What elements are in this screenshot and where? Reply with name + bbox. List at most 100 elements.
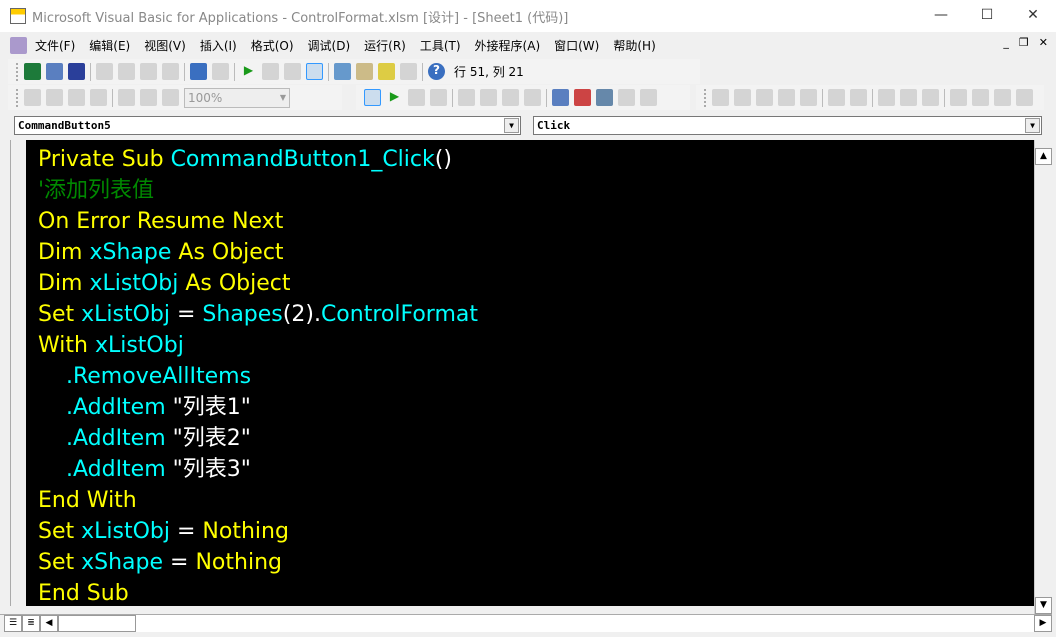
save-icon[interactable] (68, 63, 85, 80)
toolbar-grip[interactable] (16, 62, 19, 81)
procedure-combo[interactable]: Click ▼ (533, 116, 1042, 135)
scroll-right-icon[interactable]: ▶ (1034, 615, 1052, 632)
next-bookmark-icon[interactable] (972, 89, 989, 106)
toggle-bookmark-icon[interactable] (950, 89, 967, 106)
list-properties-icon[interactable] (712, 89, 729, 106)
reset-icon[interactable] (430, 89, 447, 106)
design-mode-icon[interactable] (364, 89, 381, 106)
chevron-down-icon[interactable]: ▼ (1025, 118, 1040, 133)
align-icon[interactable] (118, 89, 135, 106)
chevron-down-icon[interactable]: ▼ (504, 118, 519, 133)
code-line[interactable]: On Error Resume Next (38, 206, 1034, 237)
reset-icon[interactable] (284, 63, 301, 80)
code-line[interactable]: .AddItem "列表2" (38, 423, 1034, 454)
code-line[interactable]: Set xListObj = Shapes(2).ControlFormat (38, 299, 1034, 330)
code-line[interactable]: .AddItem "列表3" (38, 454, 1034, 485)
close-button[interactable]: ✕ (1010, 0, 1056, 30)
run-icon[interactable]: ▶ (240, 63, 257, 80)
mdi-close-button[interactable]: ✕ (1039, 36, 1048, 49)
vertical-scrollbar[interactable]: ▲ ▼ (1034, 140, 1052, 614)
margin-indicator-bar[interactable] (10, 140, 26, 606)
code-line[interactable]: Set xListObj = Nothing (38, 516, 1034, 547)
code-line[interactable]: .AddItem "列表1" (38, 392, 1034, 423)
break-icon[interactable] (408, 89, 425, 106)
comment-block-icon[interactable] (900, 89, 917, 106)
indent-icon[interactable] (828, 89, 845, 106)
break-icon[interactable] (262, 63, 279, 80)
make-same-size-icon[interactable] (162, 89, 179, 106)
run-icon[interactable]: ▶ (386, 89, 403, 106)
menu-file[interactable]: 文件(F) (35, 37, 75, 54)
help-icon[interactable]: ? (428, 63, 445, 80)
outdent-icon[interactable] (850, 89, 867, 106)
excel-icon[interactable] (24, 63, 41, 80)
bring-to-front-icon[interactable] (24, 89, 41, 106)
menu-insert[interactable]: 插入(I) (200, 37, 237, 54)
quick-watch-icon[interactable] (618, 89, 635, 106)
toggle-breakpoint-icon[interactable] (458, 89, 475, 106)
minimize-button[interactable]: — (918, 0, 964, 30)
menu-addins[interactable]: 外接程序(A) (475, 37, 541, 54)
menu-window[interactable]: 窗口(W) (554, 37, 599, 54)
insert-userform-icon[interactable] (46, 63, 63, 80)
code-line[interactable]: End Sub (38, 578, 1034, 609)
group-icon[interactable] (68, 89, 85, 106)
menu-debug[interactable]: 调试(D) (308, 37, 351, 54)
immediate-window-icon[interactable] (574, 89, 591, 106)
paste-icon[interactable] (140, 63, 157, 80)
toolbox-icon[interactable] (400, 63, 417, 80)
center-icon[interactable] (140, 89, 157, 106)
call-stack-icon[interactable] (640, 89, 657, 106)
menu-view[interactable]: 视图(V) (144, 37, 186, 54)
code-line[interactable]: Dim xShape As Object (38, 237, 1034, 268)
find-icon[interactable] (162, 63, 179, 80)
menu-run[interactable]: 运行(R) (364, 37, 406, 54)
object-combo[interactable]: CommandButton5 ▼ (14, 116, 521, 135)
step-into-icon[interactable] (480, 89, 497, 106)
code-line[interactable]: Set xShape = Nothing (38, 547, 1034, 578)
menu-format[interactable]: 格式(O) (251, 37, 294, 54)
code-line[interactable]: End With (38, 485, 1034, 516)
step-out-icon[interactable] (524, 89, 541, 106)
cut-icon[interactable] (96, 63, 113, 80)
code-line[interactable]: .RemoveAllItems (38, 361, 1034, 392)
undo-icon[interactable] (190, 63, 207, 80)
code-editor[interactable]: Private Sub CommandButton1_Click() '添加列表值… (26, 140, 1034, 606)
scroll-down-icon[interactable]: ▼ (1035, 597, 1052, 614)
parameter-info-icon[interactable] (778, 89, 795, 106)
watch-window-icon[interactable] (596, 89, 613, 106)
list-constants-icon[interactable] (734, 89, 751, 106)
previous-bookmark-icon[interactable] (994, 89, 1011, 106)
scroll-up-icon[interactable]: ▲ (1035, 148, 1052, 165)
copy-icon[interactable] (118, 63, 135, 80)
ungroup-icon[interactable] (90, 89, 107, 106)
scroll-left-icon[interactable]: ◀ (40, 615, 58, 632)
menu-edit[interactable]: 编辑(E) (89, 37, 130, 54)
step-over-icon[interactable] (502, 89, 519, 106)
redo-icon[interactable] (212, 63, 229, 80)
locals-window-icon[interactable] (552, 89, 569, 106)
vba-menu-icon[interactable] (10, 36, 27, 54)
code-line[interactable]: Private Sub CommandButton1_Click() (38, 144, 1034, 175)
code-line[interactable]: Dim xListObj As Object (38, 268, 1034, 299)
horizontal-scrollbar[interactable]: ☰ ≣ ◀ ▶ (0, 614, 1052, 632)
scroll-thumb[interactable] (58, 615, 136, 632)
procedure-view-icon[interactable]: ☰ (4, 615, 22, 632)
uncomment-block-icon[interactable] (922, 89, 939, 106)
project-explorer-icon[interactable] (334, 63, 351, 80)
design-mode-icon[interactable] (306, 63, 323, 80)
menu-tools[interactable]: 工具(T) (420, 37, 461, 54)
send-to-back-icon[interactable] (46, 89, 63, 106)
maximize-button[interactable]: ☐ (964, 0, 1010, 30)
code-line[interactable]: With xListObj (38, 330, 1034, 361)
menu-help[interactable]: 帮助(H) (613, 37, 655, 54)
full-module-view-icon[interactable]: ≣ (22, 615, 40, 632)
object-browser-icon[interactable] (378, 63, 395, 80)
quick-info-icon[interactable] (756, 89, 773, 106)
zoom-select[interactable]: 100% ▼ (184, 87, 290, 108)
clear-bookmarks-icon[interactable] (1016, 89, 1033, 106)
toggle-breakpoint-icon[interactable] (878, 89, 895, 106)
properties-window-icon[interactable] (356, 63, 373, 80)
mdi-minimize-button[interactable]: _ (1003, 36, 1009, 49)
code-line[interactable]: '添加列表值 (38, 175, 1034, 206)
